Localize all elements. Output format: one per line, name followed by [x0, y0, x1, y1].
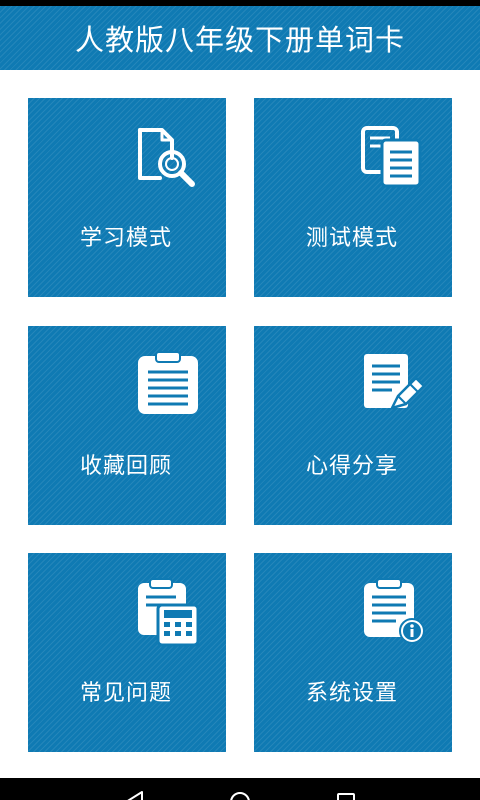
experience-share-label: 心得分享 — [306, 454, 399, 479]
faq-tile[interactable]: 常见问题 — [28, 553, 226, 752]
experience-share-tile[interactable]: 心得分享 — [254, 326, 452, 525]
clipboard-info-icon — [364, 578, 425, 644]
home-icon[interactable] — [228, 790, 252, 800]
title-bar: 人教版八年级下册单词卡 — [0, 6, 480, 70]
clipboard-calculator-icon — [138, 578, 200, 647]
study-mode-label: 学习模式 — [80, 226, 173, 251]
study-mode-tile[interactable]: 学习模式 — [28, 98, 226, 297]
system-settings-label: 系统设置 — [306, 681, 399, 706]
navigation-bar — [0, 778, 480, 800]
document-search-icon — [138, 128, 195, 187]
favorites-review-label: 收藏回顾 — [80, 454, 173, 479]
test-mode-tile[interactable]: 测试模式 — [254, 98, 452, 297]
page-title: 人教版八年级下册单词卡 — [74, 23, 405, 57]
favorites-review-tile[interactable]: 收藏回顾 — [28, 326, 226, 525]
edit-document-icon — [364, 354, 426, 410]
clipboard-notes-icon — [138, 351, 198, 414]
test-mode-label: 测试模式 — [306, 226, 399, 251]
system-settings-tile[interactable]: 系统设置 — [254, 553, 452, 752]
faq-label: 常见问题 — [80, 681, 173, 706]
back-icon[interactable] — [122, 790, 146, 800]
copy-documents-icon — [361, 126, 422, 188]
recent-apps-icon[interactable] — [334, 790, 358, 800]
